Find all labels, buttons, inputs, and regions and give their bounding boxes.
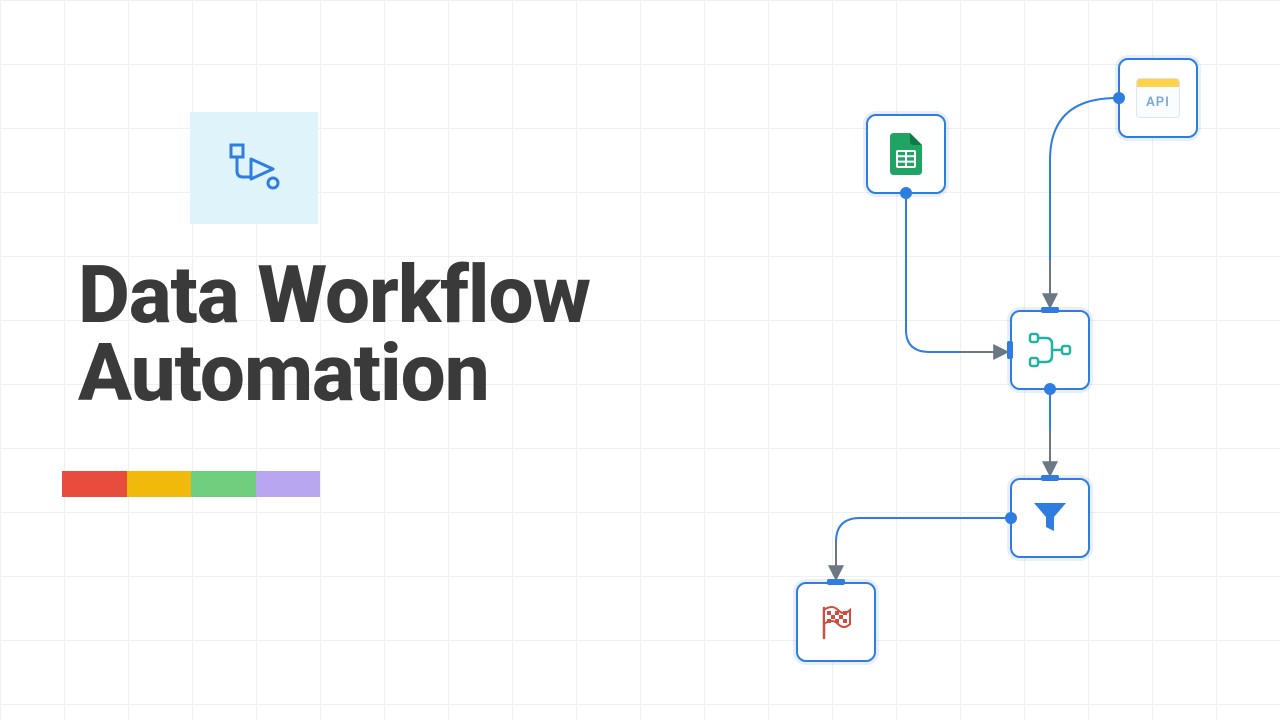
color-swatch-purple <box>256 471 321 497</box>
port-in-top[interactable] <box>827 579 845 585</box>
filter-node[interactable] <box>1010 478 1090 558</box>
api-node[interactable]: API <box>1118 58 1198 138</box>
filter-icon <box>1032 501 1068 535</box>
port-out[interactable] <box>1113 92 1125 104</box>
finish-node[interactable] <box>796 582 876 662</box>
google-sheets-node[interactable] <box>866 114 946 194</box>
workflow-play-icon <box>227 141 281 195</box>
port-in-top[interactable] <box>1041 475 1059 481</box>
port-in-top[interactable] <box>1041 307 1059 313</box>
hero-icon-card <box>190 112 318 224</box>
color-swatch-red <box>62 471 127 497</box>
port-out[interactable] <box>1005 512 1017 524</box>
color-bar <box>62 471 320 497</box>
color-swatch-yellow <box>127 471 192 497</box>
merge-node[interactable] <box>1010 310 1090 390</box>
page-title: Data Workflow Automation <box>78 256 590 413</box>
sheets-icon <box>890 133 922 175</box>
api-label: API <box>1137 87 1179 117</box>
api-icon: API <box>1136 78 1180 118</box>
port-in-left[interactable] <box>1007 341 1013 359</box>
color-swatch-green <box>191 471 256 497</box>
port-out[interactable] <box>900 187 912 199</box>
merge-icon <box>1028 330 1072 370</box>
port-out[interactable] <box>1044 383 1056 395</box>
flag-icon <box>818 604 854 640</box>
workflow-canvas[interactable]: Data Workflow Automation <box>0 0 1280 720</box>
